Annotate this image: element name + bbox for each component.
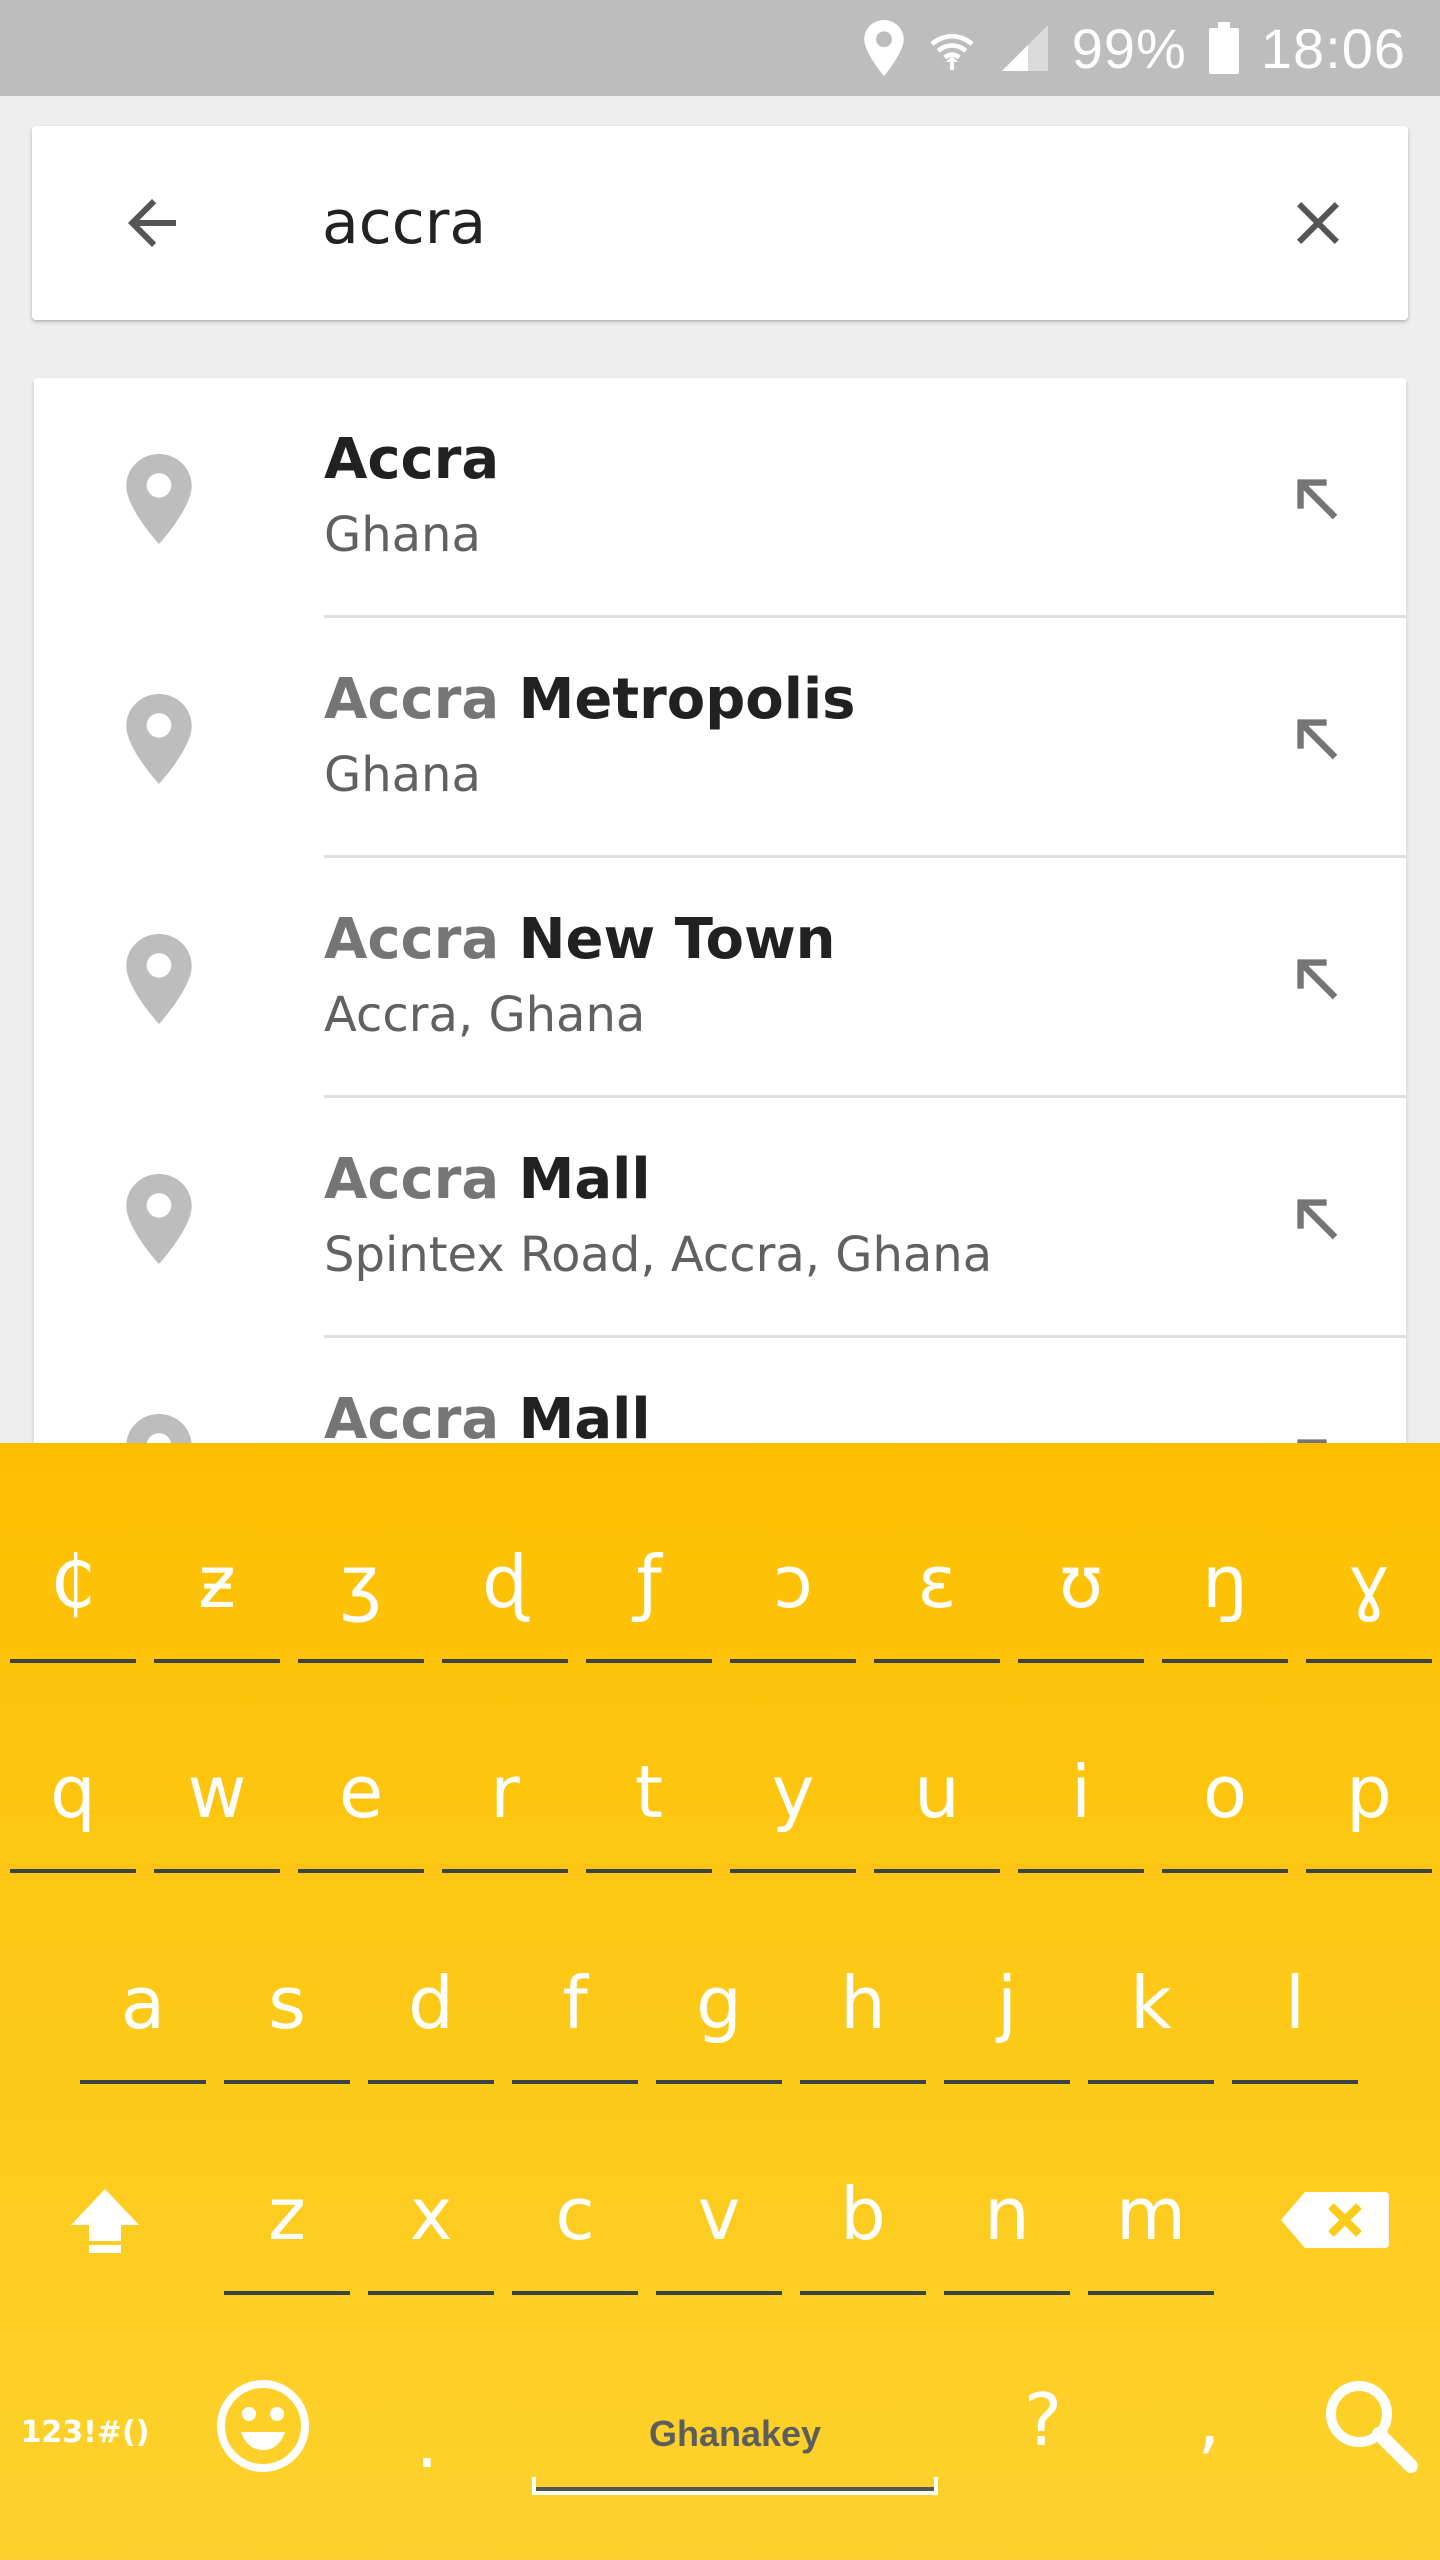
search-input[interactable]: accra bbox=[322, 126, 486, 320]
keyboard-row-2: a s d f g h j k l bbox=[0, 1934, 1440, 2134]
key[interactable]: n bbox=[942, 2145, 1072, 2295]
fill-query-arrow-icon[interactable] bbox=[1284, 466, 1348, 530]
emoji-icon bbox=[217, 2380, 309, 2472]
key[interactable]: x bbox=[366, 2145, 496, 2295]
result-title-rest: Mall bbox=[499, 1147, 651, 1212]
key[interactable]: g bbox=[654, 1934, 784, 2084]
result-title-rest: Metropolis bbox=[499, 667, 856, 732]
result-title-match: Accra bbox=[324, 427, 500, 492]
shift-key[interactable] bbox=[40, 2145, 170, 2295]
key[interactable]: ₵ bbox=[8, 1513, 138, 1663]
wifi-icon bbox=[926, 22, 978, 74]
key[interactable]: i bbox=[1016, 1723, 1146, 1873]
result-title-rest: Mall bbox=[499, 1387, 651, 1448]
backspace-key[interactable] bbox=[1270, 2145, 1400, 2295]
keyboard-brand: Ghanakey bbox=[648, 2413, 822, 2454]
list-item[interactable]: Accra Ghana bbox=[34, 378, 1406, 618]
location-pin-icon bbox=[126, 1174, 192, 1264]
key[interactable]: ŋ bbox=[1160, 1513, 1290, 1663]
result-title: Accra New Town bbox=[324, 904, 1246, 976]
location-pin-icon bbox=[126, 934, 192, 1024]
location-pin-icon bbox=[126, 454, 192, 544]
period-key[interactable]: . bbox=[362, 2373, 492, 2523]
keyboard-row-3: z x c v b n m bbox=[0, 2145, 1440, 2345]
battery-icon bbox=[1208, 22, 1239, 74]
close-icon[interactable] bbox=[1278, 183, 1358, 263]
result-title: Accra Mall bbox=[324, 1144, 1246, 1216]
key[interactable]: e bbox=[296, 1723, 426, 1873]
search-results-list: Accra Ghana Accra Metropolis Ghana Accra… bbox=[34, 378, 1406, 1448]
key[interactable]: p bbox=[1304, 1723, 1434, 1873]
key[interactable]: o bbox=[1160, 1723, 1290, 1873]
key[interactable]: f bbox=[510, 1934, 640, 2084]
fill-query-arrow-icon[interactable] bbox=[1284, 1186, 1348, 1250]
backspace-icon bbox=[1281, 2192, 1389, 2248]
keyboard-row-special: ₵ ƶ ʒ ɖ ƒ ɔ ɛ ʊ ŋ ɣ bbox=[0, 1513, 1440, 1713]
key[interactable]: w bbox=[152, 1723, 282, 1873]
result-title: Accra Mall bbox=[324, 1384, 1246, 1448]
list-item[interactable]: Accra Metropolis Ghana bbox=[34, 618, 1406, 858]
result-title-match: Accra bbox=[324, 1147, 500, 1212]
key[interactable]: z bbox=[222, 2145, 352, 2295]
search-icon bbox=[1326, 2381, 1418, 2473]
key[interactable]: ɖ bbox=[440, 1513, 570, 1663]
result-subtitle: Ghana bbox=[324, 507, 481, 563]
shift-icon bbox=[71, 2189, 139, 2253]
key[interactable]: y bbox=[728, 1723, 858, 1873]
key[interactable]: a bbox=[78, 1934, 208, 2084]
location-pin-icon bbox=[126, 694, 192, 784]
fill-query-arrow-icon[interactable] bbox=[1284, 706, 1348, 770]
back-arrow-icon[interactable] bbox=[112, 183, 192, 263]
emoji-key[interactable] bbox=[198, 2351, 328, 2501]
key[interactable]: d bbox=[366, 1934, 496, 2084]
key[interactable]: ʊ bbox=[1016, 1513, 1146, 1663]
key[interactable]: ɔ bbox=[728, 1513, 858, 1663]
result-title-match: Accra bbox=[324, 1387, 500, 1448]
result-title: Accra Metropolis bbox=[324, 664, 1246, 736]
key[interactable]: m bbox=[1086, 2145, 1216, 2295]
result-title-match: Accra bbox=[324, 907, 500, 972]
status-bar: 99% 18:06 bbox=[0, 0, 1440, 96]
result-title-rest: New Town bbox=[499, 907, 836, 972]
fill-query-arrow-icon[interactable] bbox=[1284, 946, 1348, 1010]
key[interactable]: ʒ bbox=[296, 1513, 426, 1663]
list-item[interactable]: Accra Mall bbox=[34, 1338, 1406, 1448]
comma-key[interactable]: , bbox=[1144, 2351, 1274, 2501]
search-bar: accra bbox=[32, 126, 1408, 320]
key[interactable]: ɣ bbox=[1304, 1513, 1434, 1663]
location-icon bbox=[864, 20, 904, 76]
battery-percent: 99% bbox=[1071, 16, 1187, 80]
key[interactable]: l bbox=[1230, 1934, 1360, 2084]
key[interactable]: k bbox=[1086, 1934, 1216, 2084]
keyboard: ₵ ƶ ʒ ɖ ƒ ɔ ɛ ʊ ŋ ɣ q w e r t y u i o p … bbox=[0, 1443, 1440, 2560]
key[interactable]: s bbox=[222, 1934, 352, 2084]
signal-icon bbox=[1000, 23, 1050, 73]
key[interactable]: h bbox=[798, 1934, 928, 2084]
key[interactable]: v bbox=[654, 2145, 784, 2295]
result-title-match: Accra bbox=[324, 667, 500, 732]
clock: 18:06 bbox=[1260, 16, 1406, 80]
key[interactable]: ƒ bbox=[584, 1513, 714, 1663]
list-item[interactable]: Accra New Town Accra, Ghana bbox=[34, 858, 1406, 1098]
symbols-key[interactable]: 123!#() bbox=[20, 2363, 150, 2513]
list-item[interactable]: Accra Mall Spintex Road, Accra, Ghana bbox=[34, 1098, 1406, 1338]
key[interactable]: ɛ bbox=[872, 1513, 1002, 1663]
key[interactable]: r bbox=[440, 1723, 570, 1873]
key[interactable]: b bbox=[798, 2145, 928, 2295]
key[interactable]: j bbox=[942, 1934, 1072, 2084]
key[interactable]: ƶ bbox=[152, 1513, 282, 1663]
keyboard-row-1: q w e r t y u i o p bbox=[0, 1723, 1440, 1923]
space-key[interactable]: Ghanakey bbox=[530, 2383, 940, 2533]
space-bar-indicator bbox=[532, 2477, 938, 2495]
result-subtitle: Spintex Road, Accra, Ghana bbox=[324, 1227, 993, 1283]
key[interactable]: q bbox=[8, 1723, 138, 1873]
key[interactable]: c bbox=[510, 2145, 640, 2295]
search-key[interactable] bbox=[1304, 2349, 1434, 2499]
key[interactable]: t bbox=[584, 1723, 714, 1873]
result-subtitle: Accra, Ghana bbox=[324, 987, 646, 1043]
result-title: Accra bbox=[324, 424, 1246, 496]
question-key[interactable]: ? bbox=[978, 2351, 1108, 2501]
result-subtitle: Ghana bbox=[324, 747, 481, 803]
key[interactable]: u bbox=[872, 1723, 1002, 1873]
